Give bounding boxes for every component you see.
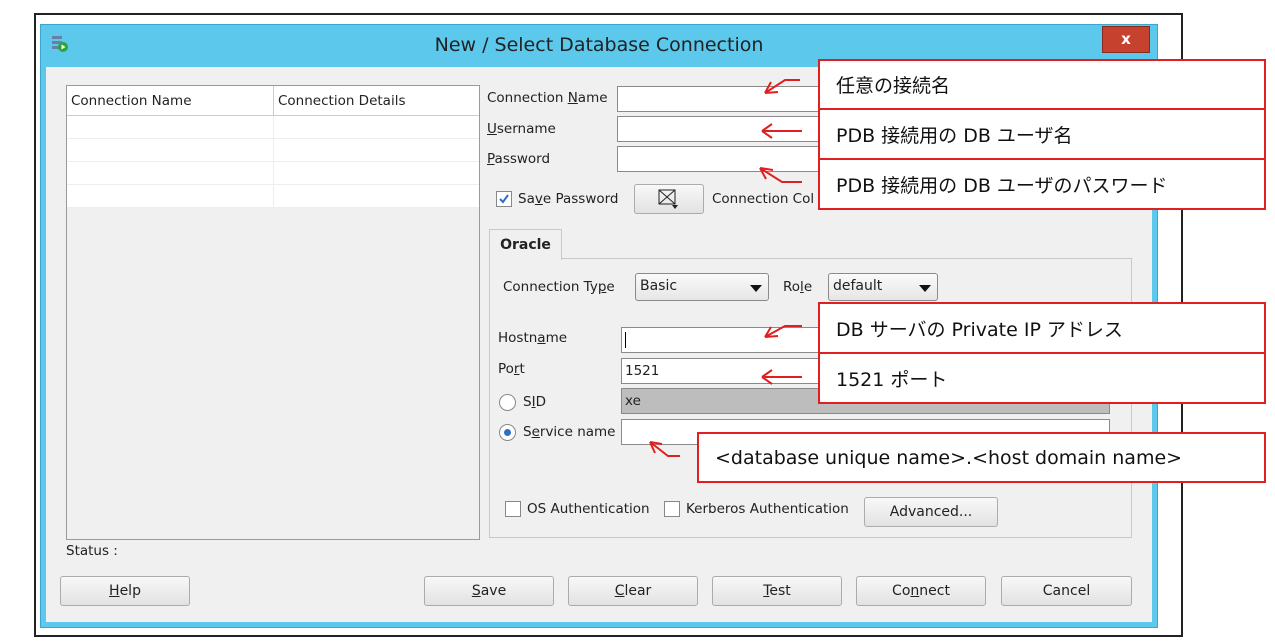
annotation-arrows (649, 79, 802, 457)
arrow-icon (761, 123, 802, 139)
arrow-icon (764, 325, 802, 338)
arrow-icon (764, 79, 800, 94)
arrow-icon (761, 369, 802, 385)
arrow-icon (649, 441, 680, 457)
arrow-icon (759, 167, 802, 183)
